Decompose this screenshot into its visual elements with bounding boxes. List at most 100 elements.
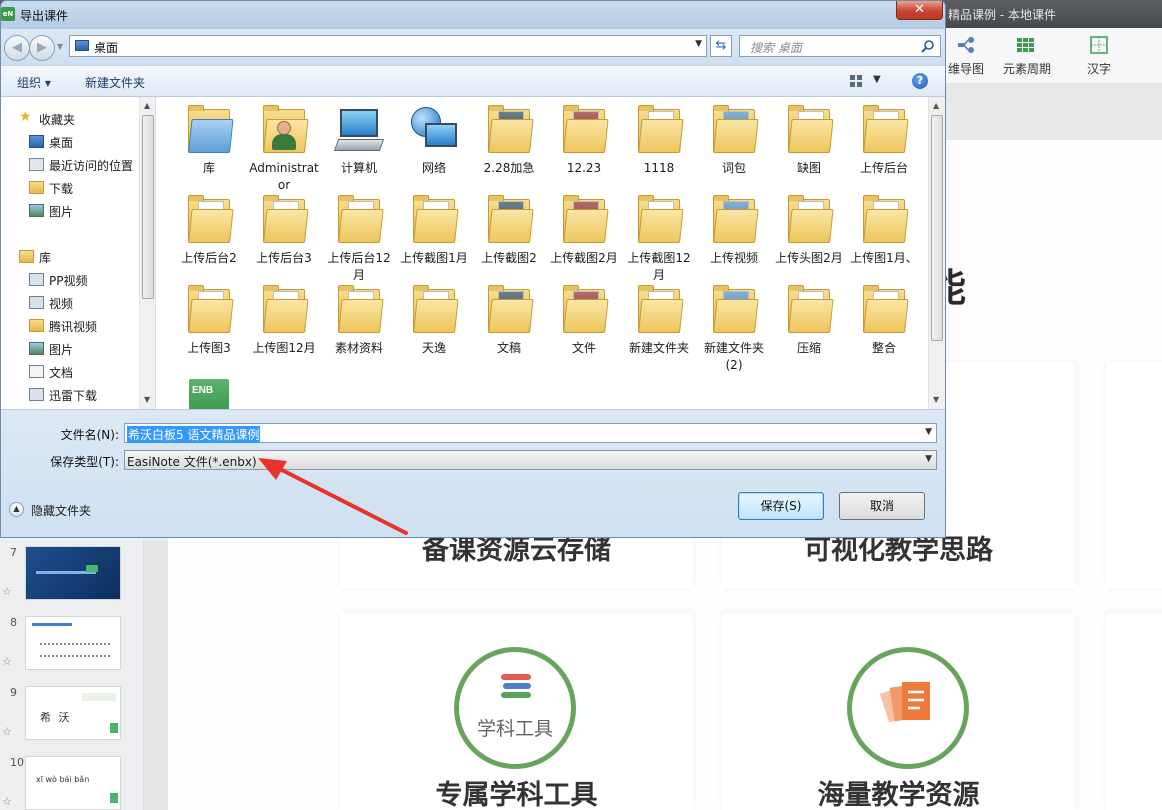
close-button[interactable]: ✕ — [896, 1, 943, 20]
view-options-icon[interactable] — [849, 74, 863, 88]
periodic-table-button[interactable]: 元素周期 — [997, 36, 1057, 77]
folder-item[interactable]: 新建文件夹 (2) — [697, 285, 771, 374]
file-name-label: 上传图3 — [187, 341, 231, 355]
nav-header-label: 库 — [39, 251, 52, 265]
nav-item-label: 迅雷下载 — [49, 389, 98, 403]
star-icon: ☆ — [2, 725, 12, 738]
folder-item[interactable]: 上传截图2 — [472, 195, 546, 267]
nav-favorites-header[interactable]: ★ 收藏夹 — [1, 109, 139, 129]
file-scrollbar[interactable]: ▲ ▼ — [928, 97, 945, 409]
nav-item-pp-video[interactable]: PP视频 — [1, 270, 139, 290]
folder-item[interactable]: 上传后台12月 — [322, 195, 396, 284]
view-dropdown-icon[interactable]: ▼ — [873, 74, 881, 85]
refresh-button[interactable]: ⇆ — [710, 35, 732, 57]
nav-item-recent[interactable]: 最近访问的位置 — [1, 155, 139, 175]
folder-item[interactable]: 上传后台3 — [247, 195, 321, 267]
feature-card-partial — [1106, 613, 1162, 810]
folder-item[interactable]: 2.28加急 — [472, 105, 546, 177]
resources-ring — [847, 647, 969, 769]
filetype-select[interactable]: EasiNote 文件(*.enbx) ▼ — [124, 450, 937, 470]
nav-item-xunlei[interactable]: 迅雷下载 — [1, 385, 139, 405]
address-bar[interactable]: 桌面 ▼ — [69, 35, 707, 57]
nav-item-tencent-video[interactable]: 腾讯视频 — [1, 316, 139, 336]
nav-libraries-header[interactable]: 库 — [1, 247, 139, 267]
folder-item[interactable]: 上传截图1月 — [397, 195, 471, 267]
nav-item-video[interactable]: 视频 — [1, 293, 139, 313]
file-name-label: 上传截图2 — [481, 251, 537, 265]
dialog-titlebar[interactable]: eN 导出课件 ✕ — [1, 1, 945, 29]
nav-item-label: 腾讯视频 — [49, 320, 98, 334]
slide-item-7[interactable]: 7 ☆ — [0, 542, 144, 612]
new-folder-button[interactable]: 新建文件夹 — [85, 74, 145, 91]
nav-scrollbar[interactable]: ▲ ▼ — [139, 97, 155, 409]
scroll-down-icon[interactable]: ▼ — [933, 395, 939, 404]
recent-locations-dropdown[interactable]: ▼ — [57, 42, 63, 51]
nav-item-label: 图片 — [49, 343, 74, 357]
folder-item[interactable]: 上传后台2 — [172, 195, 246, 267]
folder-item[interactable]: 天逸 — [397, 285, 471, 357]
nav-item-downloads[interactable]: 下载 — [1, 178, 139, 198]
folder-item[interactable]: 上传后台 — [847, 105, 921, 177]
folder-icon — [409, 195, 459, 247]
folder-item[interactable]: 上传视频 — [697, 195, 771, 267]
file-name-label: 12.23 — [566, 161, 602, 175]
folder-item[interactable]: 文件 — [547, 285, 621, 357]
address-dropdown-icon[interactable]: ▼ — [695, 39, 702, 49]
download-library-icon — [29, 388, 44, 401]
search-placeholder: 搜索 桌面 — [750, 41, 802, 55]
folder-item[interactable]: 上传截图2月 — [547, 195, 621, 267]
folder-item[interactable]: 1118 — [622, 105, 696, 177]
save-button[interactable]: 保存(S) — [738, 492, 824, 520]
file-item[interactable]: 网络 — [397, 105, 471, 177]
nav-item-desktop[interactable]: 桌面 — [1, 132, 139, 152]
file-item[interactable]: Administrator — [247, 105, 321, 194]
folder-item[interactable]: 素材资料 — [322, 285, 396, 357]
folder-item[interactable]: 上传头图2月 — [772, 195, 846, 267]
forward-button[interactable]: ▶ — [29, 35, 55, 61]
folder-item[interactable]: 压缩 — [772, 285, 846, 357]
filetype-label: 保存类型(T): — [50, 455, 119, 469]
scroll-down-icon[interactable]: ▼ — [144, 395, 150, 404]
folder-item[interactable]: 上传截图12月 — [622, 195, 696, 284]
scroll-up-icon[interactable]: ▲ — [933, 101, 939, 110]
nav-item-documents[interactable]: 文档 — [1, 362, 139, 382]
feature-card-tools[interactable]: 学科工具 专属学科工具 — [340, 613, 693, 810]
hanzi-button[interactable]: 汉字 — [1069, 36, 1129, 77]
folder-item[interactable]: 新建文件夹 — [622, 285, 696, 357]
slide-item-9[interactable]: 9 ☆ 希 沃 — [0, 682, 144, 752]
slide-item-8[interactable]: 8 ☆ — [0, 612, 144, 682]
app-window-title: 精品课例 - 本地课件 — [948, 8, 1056, 22]
nav-item-pictures-lib[interactable]: 图片 — [1, 339, 139, 359]
search-input[interactable]: 搜索 桌面 — [739, 35, 941, 57]
folder-item[interactable]: 12.23 — [547, 105, 621, 177]
file-name-label: 新建文件夹 — [628, 341, 689, 355]
folder-item[interactable]: 上传图3 — [172, 285, 246, 357]
folder-item[interactable]: 文稿 — [472, 285, 546, 357]
scroll-up-icon[interactable]: ▲ — [144, 101, 150, 110]
slide-item-10[interactable]: 10 ☆ xī wò bái bǎn — [0, 752, 144, 810]
filetype-dropdown-icon[interactable]: ▼ — [925, 454, 932, 464]
help-button[interactable]: ? — [912, 73, 928, 89]
nav-item-pictures[interactable]: 图片 — [1, 201, 139, 221]
scrollbar-thumb[interactable] — [931, 115, 943, 341]
cancel-button[interactable]: 取消 — [839, 492, 925, 520]
folder-item[interactable]: 缺图 — [772, 105, 846, 177]
filename-dropdown-icon[interactable]: ▼ — [925, 427, 932, 437]
filename-input[interactable]: 希沃白板5 语文精品课例 ▼ — [124, 423, 937, 443]
feature-card-resources[interactable]: 海量教学资源 — [722, 613, 1075, 810]
organize-button[interactable]: 组织 ▾ — [17, 74, 51, 91]
file-item[interactable]: 计算机 — [322, 105, 396, 177]
folder-item[interactable]: 上传图1月、 — [847, 195, 921, 267]
file-item[interactable]: 库 — [172, 105, 246, 177]
folder-item[interactable]: 整合 — [847, 285, 921, 357]
folder-icon — [559, 195, 609, 247]
file-item[interactable]: ENB — [172, 375, 246, 409]
file-name-label: 2.28加急 — [483, 161, 535, 175]
folder-item[interactable]: 上传图12月 — [247, 285, 321, 357]
scrollbar-thumb[interactable] — [142, 115, 154, 299]
back-arrow-icon: ◀ — [12, 40, 22, 55]
back-button[interactable]: ◀ — [4, 35, 30, 61]
slide-thumbnail: 希 沃 — [25, 686, 121, 740]
folder-item[interactable]: 词包 — [697, 105, 771, 177]
file-name-label: 库 — [202, 161, 215, 175]
